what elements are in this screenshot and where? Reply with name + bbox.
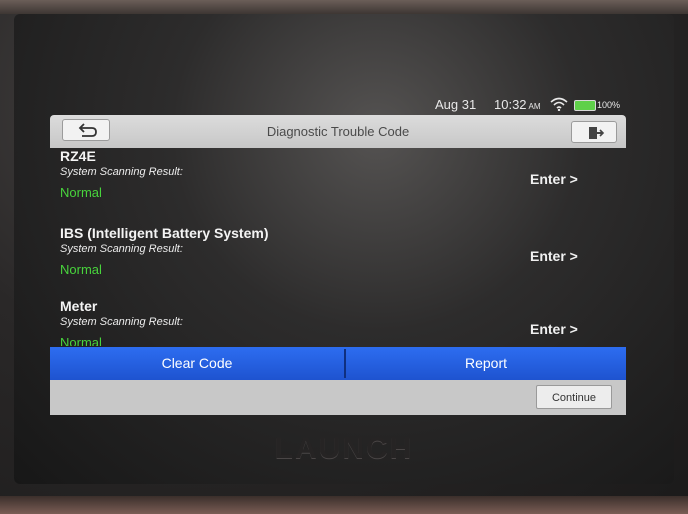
wifi-icon — [550, 97, 568, 111]
enter-button[interactable]: Enter > — [530, 171, 578, 187]
app-window: Aug 31 10:32 AM 100% Diagnostic Trouble C… — [50, 95, 626, 417]
clear-code-button[interactable]: Clear Code — [50, 347, 344, 380]
enter-button[interactable]: Enter > — [530, 321, 578, 337]
status-bar: Aug 31 10:32 AM 100% — [50, 95, 626, 115]
page-title: Diagnostic Trouble Code — [266, 124, 410, 139]
report-button[interactable]: Report — [346, 347, 626, 380]
background-surface — [0, 0, 688, 14]
device-frame: Aug 31 10:32 AM 100% Diagnostic Trouble C… — [0, 0, 688, 514]
action-bar: Clear Code Report — [50, 347, 626, 380]
list-item[interactable]: RZ4E System Scanning Result: Normal Ente… — [50, 148, 626, 220]
title-bar: Diagnostic Trouble Code — [50, 115, 626, 148]
system-name: RZ4E — [60, 148, 96, 164]
exit-button[interactable] — [571, 121, 617, 143]
status-text: Normal — [60, 335, 102, 346]
enter-button[interactable]: Enter > — [530, 248, 578, 264]
status-text: Normal — [60, 185, 102, 200]
continue-button[interactable]: Continue — [536, 385, 612, 409]
system-list: RZ4E System Scanning Result: Normal Ente… — [50, 148, 626, 346]
status-date: Aug 31 — [435, 97, 477, 112]
brand-logo: LAUNCH — [274, 432, 414, 465]
system-name: Meter — [60, 298, 98, 314]
status-text: Normal — [60, 262, 102, 277]
scan-result-label: System Scanning Result: — [60, 243, 183, 255]
battery-icon — [574, 100, 596, 111]
status-time: 10:32 AM — [494, 97, 541, 112]
battery-percent: 100% — [597, 100, 621, 110]
scan-result-label: System Scanning Result: — [60, 166, 183, 178]
status-time-value: 10:32 — [494, 97, 527, 112]
list-item[interactable]: Meter System Scanning Result: Normal Ent… — [50, 298, 626, 346]
scan-result-label: System Scanning Result: — [60, 316, 183, 328]
list-item[interactable]: IBS (Intelligent Battery System) System … — [50, 225, 626, 297]
bottom-bar: Continue — [50, 380, 626, 415]
system-name: IBS (Intelligent Battery System) — [60, 225, 269, 241]
exit-icon — [589, 127, 605, 139]
background-surface — [0, 496, 688, 514]
status-ampm: AM — [528, 102, 541, 111]
